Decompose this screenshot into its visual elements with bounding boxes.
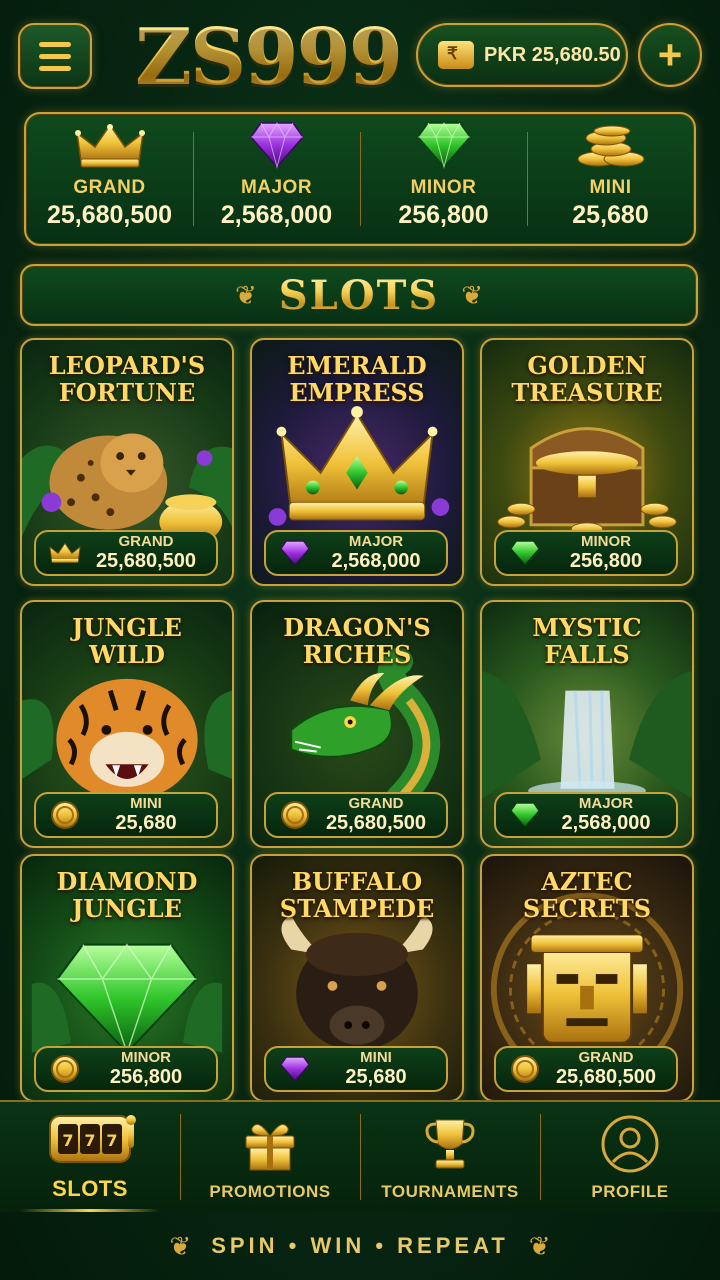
plus-icon: + <box>657 31 683 78</box>
section-title: SLOTS <box>278 271 440 319</box>
user-icon <box>600 1112 660 1176</box>
game-card-aztec-secrets[interactable]: AZTEC SECRETS GRAND 25,680,500 <box>480 854 694 1102</box>
slot-machine-icon: 7 7 7 <box>42 1106 138 1170</box>
game-title: AZTEC SECRETS <box>522 867 652 923</box>
game-grid: LEOPARD'S FORTUNE GRAND 25,680,500 EMERALD… <box>20 338 698 1102</box>
game-title: DIAMOND JUNGLE <box>56 867 198 923</box>
game-card-buffalo-stampede[interactable]: BUFFALO STAMPEDE MINI 25,680 <box>250 854 464 1102</box>
jackpot-badge: MINOR 256,800 <box>494 530 678 576</box>
game-card-mystic-falls[interactable]: MYSTIC FALLS MAJOR 2,568,000 <box>480 600 694 848</box>
jackpot-badge: GRAND 25,680,500 <box>34 530 218 576</box>
jackpot-grand: GRAND 25,680,500 <box>26 114 193 244</box>
trophy-icon <box>420 1112 480 1176</box>
svg-text:7: 7 <box>106 1131 117 1150</box>
wallet-icon <box>438 41 474 69</box>
green-gem-icon <box>508 538 542 568</box>
coin-icon <box>48 1054 82 1084</box>
menu-button[interactable] <box>18 23 92 89</box>
game-title: MYSTIC FALLS <box>532 613 642 669</box>
laurel-left-icon: ❦ <box>234 279 257 310</box>
green-gem-icon <box>508 800 542 830</box>
jackpot-minor: MINOR 256,800 <box>360 114 527 244</box>
laurel-right-icon: ❦ <box>528 1230 551 1261</box>
footer-tagline: ❦ SPIN • WIN • REPEAT ❦ <box>0 1226 720 1266</box>
nav-promotions[interactable]: PROMOTIONS <box>180 1102 360 1212</box>
wallet-balance[interactable]: PKR 25,680.50 <box>416 23 628 87</box>
game-card-emerald-empress[interactable]: EMERALD EMPRESS MAJOR 2,568,000 <box>250 338 464 586</box>
game-title: JUNGLE WILD <box>72 613 182 669</box>
game-title: BUFFALO STAMPEDE <box>279 867 435 923</box>
jackpot-panel: GRAND 25,680,500 MAJOR 2,568,000 MINOR 2… <box>24 112 696 246</box>
tagline-text: SPIN • WIN • REPEAT <box>211 1233 509 1258</box>
coins-icon <box>576 119 646 169</box>
laurel-left-icon: ❦ <box>169 1230 192 1261</box>
purple-gem-icon <box>249 119 305 169</box>
game-card-dragons-riches[interactable]: DRAGON'S RICHES GRAND 25,680,500 <box>250 600 464 848</box>
crown-icon <box>48 538 82 568</box>
crown-icon <box>74 119 145 169</box>
coin-icon <box>48 800 82 830</box>
jackpot-badge: MINI 25,680 <box>34 792 218 838</box>
section-header: ❦ SLOTS ❦ <box>20 264 698 326</box>
app-header: ZS999 PKR 25,680.50 + <box>18 12 702 103</box>
game-card-diamond-jungle[interactable]: DIAMOND JUNGLE MINOR 256,800 <box>20 854 234 1102</box>
nav-slots[interactable]: 7 7 7 SLOTS <box>0 1102 180 1212</box>
jackpot-badge: GRAND 25,680,500 <box>494 1046 678 1092</box>
jackpot-badge: MAJOR 2,568,000 <box>264 530 448 576</box>
jackpot-badge: MINOR 256,800 <box>34 1046 218 1092</box>
gift-icon <box>240 1112 300 1176</box>
jackpot-badge: MINI 25,680 <box>264 1046 448 1092</box>
nav-tournaments[interactable]: TOURNAMENTS <box>360 1102 540 1212</box>
app-logo: ZS999 <box>123 12 413 103</box>
deposit-button[interactable]: + <box>638 23 702 87</box>
game-title: GOLDEN TREASURE <box>511 351 663 407</box>
jackpot-major: MAJOR 2,568,000 <box>193 114 360 244</box>
game-title: DRAGON'S RICHES <box>283 613 431 669</box>
purple-gem-icon <box>278 538 312 568</box>
game-card-leopards-fortune[interactable]: LEOPARD'S FORTUNE GRAND 25,680,500 <box>20 338 234 586</box>
nav-profile[interactable]: PROFILE <box>540 1102 720 1212</box>
coin-icon <box>278 800 312 830</box>
purple-gem-icon <box>278 1054 312 1084</box>
laurel-right-icon: ❦ <box>461 279 484 310</box>
jackpot-mini: MINI 25,680 <box>527 114 694 244</box>
game-title: LEOPARD'S FORTUNE <box>48 351 206 407</box>
game-title: EMERALD EMPRESS <box>287 351 427 407</box>
jackpot-badge: MAJOR 2,568,000 <box>494 792 678 838</box>
jackpot-badge: GRAND 25,680,500 <box>264 792 448 838</box>
svg-text:7: 7 <box>84 1131 95 1150</box>
coin-icon <box>508 1054 542 1084</box>
green-gem-icon <box>416 119 472 169</box>
bottom-nav: 7 7 7 SLOTS PROMOTIONS TOURNAMENTS PROFI… <box>0 1100 720 1212</box>
svg-text:7: 7 <box>62 1131 73 1150</box>
balance-amount: PKR 25,680.50 <box>484 43 621 66</box>
hamburger-icon <box>39 41 71 47</box>
game-card-golden-treasure[interactable]: GOLDEN TREASURE MINOR 256,800 <box>480 338 694 586</box>
game-card-jungle-wild[interactable]: JUNGLE WILD MINI 25,680 <box>20 600 234 848</box>
